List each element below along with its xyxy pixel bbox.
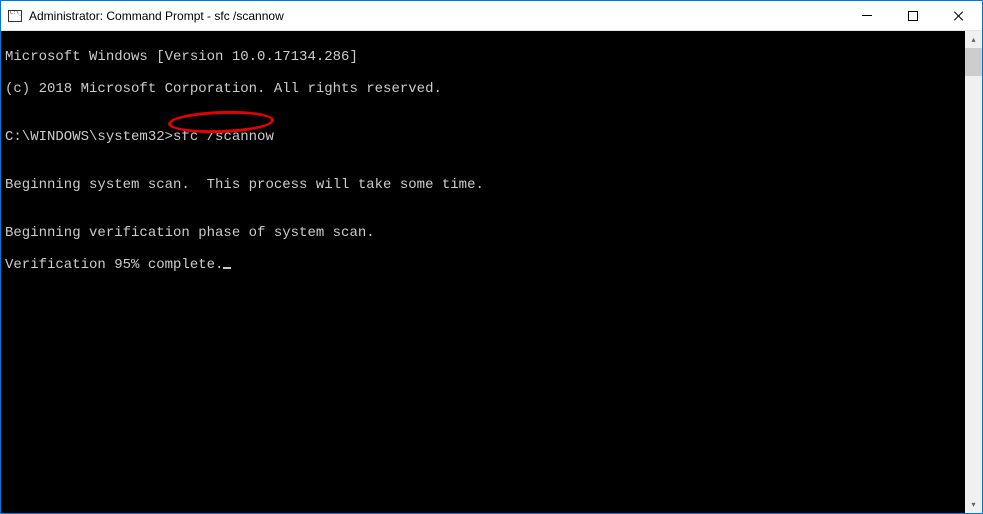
console-area: Microsoft Windows [Version 10.0.17134.28… — [1, 31, 982, 513]
maximize-icon — [908, 11, 918, 21]
close-button[interactable] — [936, 1, 982, 30]
console-output[interactable]: Microsoft Windows [Version 10.0.17134.28… — [1, 31, 965, 513]
close-icon — [953, 10, 965, 22]
output-line: (c) 2018 Microsoft Corporation. All righ… — [5, 81, 961, 97]
window-controls — [844, 1, 982, 30]
output-line: Beginning system scan. This process will… — [5, 177, 961, 193]
scroll-up-button[interactable]: ▴ — [965, 31, 982, 48]
chevron-up-icon: ▴ — [971, 35, 975, 44]
text-cursor — [223, 267, 231, 269]
minimize-icon — [862, 15, 872, 16]
scroll-thumb[interactable] — [965, 48, 982, 76]
command-prompt-window: Administrator: Command Prompt - sfc /sca… — [0, 0, 983, 514]
scroll-down-button[interactable]: ▾ — [965, 496, 982, 513]
output-line: Verification 95% complete. — [5, 257, 961, 273]
prompt-path: C:\WINDOWS\system32> — [5, 129, 173, 145]
prompt-line: C:\WINDOWS\system32>sfc /scannow — [5, 129, 961, 145]
scroll-track[interactable] — [965, 48, 982, 496]
chevron-down-icon: ▾ — [971, 500, 975, 509]
minimize-button[interactable] — [844, 1, 890, 30]
cmd-icon — [7, 8, 23, 24]
titlebar[interactable]: Administrator: Command Prompt - sfc /sca… — [1, 1, 982, 31]
output-line: Beginning verification phase of system s… — [5, 225, 961, 241]
maximize-button[interactable] — [890, 1, 936, 30]
typed-command: sfc /scannow — [173, 129, 274, 145]
output-line: Microsoft Windows [Version 10.0.17134.28… — [5, 49, 961, 65]
vertical-scrollbar[interactable]: ▴ ▾ — [965, 31, 982, 513]
window-title: Administrator: Command Prompt - sfc /sca… — [29, 9, 844, 23]
progress-text: Verification 95% complete. — [5, 257, 223, 273]
